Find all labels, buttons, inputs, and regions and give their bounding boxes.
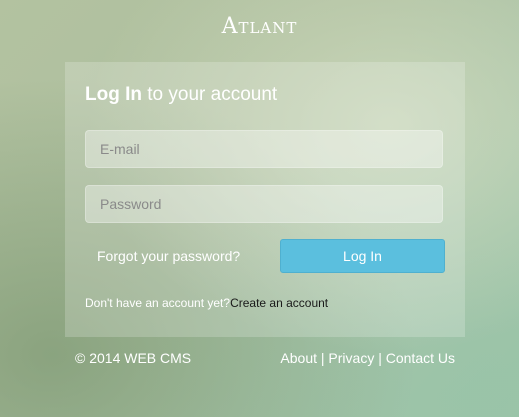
login-button[interactable]: Log In bbox=[280, 239, 445, 273]
footer-links: About | Privacy | Contact Us bbox=[280, 350, 455, 366]
title-bold: Log In bbox=[85, 84, 142, 105]
signup-prompt: Don't have an account yet?Create an acco… bbox=[85, 296, 328, 310]
footer-separator: | bbox=[378, 350, 382, 366]
footer-link-privacy[interactable]: Privacy bbox=[328, 350, 374, 366]
footer-separator: | bbox=[320, 350, 325, 366]
signup-text: Don't have an account yet? bbox=[85, 296, 231, 310]
login-title: Log In to your account bbox=[85, 84, 277, 106]
login-panel: Log In to your account Forgot your passw… bbox=[65, 62, 465, 337]
copyright: © 2014 WEB CMS bbox=[75, 350, 192, 366]
footer-link-about[interactable]: About bbox=[280, 350, 317, 366]
footer-link-contact[interactable]: Contact Us bbox=[386, 350, 455, 366]
email-field[interactable] bbox=[85, 130, 443, 168]
title-rest: to your account bbox=[141, 84, 278, 105]
forgot-password-link[interactable]: Forgot your password? bbox=[97, 248, 240, 264]
logo: Atlant bbox=[221, 14, 298, 39]
password-field[interactable] bbox=[85, 185, 443, 223]
create-account-link[interactable]: Create an account bbox=[230, 296, 328, 310]
